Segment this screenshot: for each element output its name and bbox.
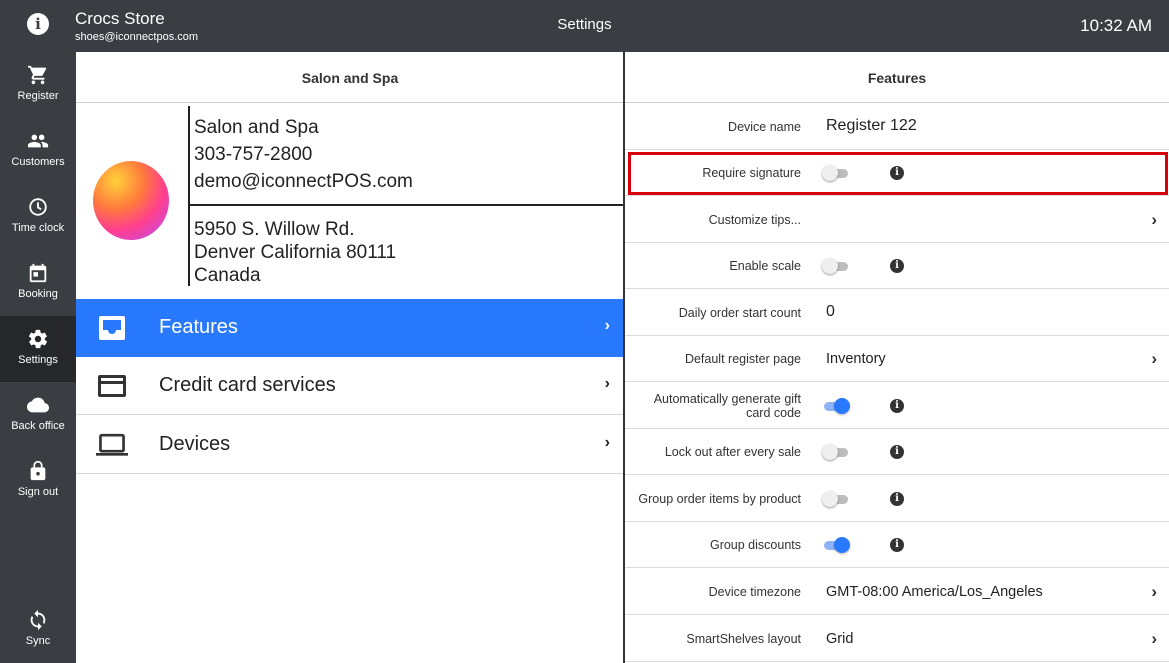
setting-label: Group order items by product [638,492,801,506]
info-icon[interactable]: i [890,492,904,506]
store-panel-header: Salon and Spa [76,52,624,103]
daily-order-start-count-value[interactable]: 0 [826,303,835,321]
setting-customize-tips[interactable]: Customize tips... › [625,197,1169,243]
top-bar: i Crocs Store shoes@iconnectpos.com Sett… [0,0,1169,52]
lock-icon [30,460,46,481]
smartshelves-layout-value: Grid [826,631,854,647]
device-timezone-value: GMT-08:00 America/Los_Angeles [826,584,1043,600]
chevron-right-icon: › [604,317,610,334]
sidebar-item-sign-out[interactable]: Sign out [0,448,76,514]
auto-gift-card-code-toggle[interactable] [822,398,850,414]
setting-label: SmartShelves layout [686,632,801,646]
sidebar-item-customers[interactable]: Customers [0,118,76,184]
store-info-phone: 303-757-2800 [194,144,313,165]
cloud-icon [27,397,49,413]
sidebar-item-label: Back office [11,420,65,432]
credit-card-icon [98,375,126,397]
info-icon[interactable]: i [890,538,904,552]
info-icon[interactable]: i [890,445,904,459]
store-info-address-line1: 5950 S. Willow Rd. [194,219,355,240]
chevron-right-icon: › [604,375,610,392]
enable-scale-toggle[interactable] [822,258,850,274]
inbox-icon [99,316,125,340]
sidebar-item-register[interactable]: Register [0,52,76,118]
sidebar-item-label: Booking [18,288,58,300]
menu-item-credit-card-services[interactable]: Credit card services › [76,357,624,415]
chevron-right-icon: › [1151,210,1157,229]
setting-default-register-page[interactable]: Default register page Inventory › [625,336,1169,382]
sync-button[interactable]: Sync [0,597,76,663]
info-icon[interactable]: i [890,399,904,413]
chevron-right-icon: › [1151,582,1157,601]
menu-item-label: Credit card services [159,374,336,396]
setting-label: Device name [728,120,801,134]
menu-item-label: Devices [159,433,231,455]
menu-item-features[interactable]: Features › [76,299,624,357]
page-title: Settings [557,16,612,33]
setting-label: Device timezone [708,585,801,599]
group-discounts-toggle[interactable] [822,537,850,553]
store-info-country: Canada [194,265,261,286]
calendar-icon [29,263,47,283]
sidebar: Register Customers Time clock Booking Se… [0,52,76,663]
clock-icon [29,198,47,216]
highlight-box [628,152,1168,195]
store-info-divider [188,106,190,286]
sidebar-item-label: Time clock [11,222,65,234]
default-register-page-value: Inventory [826,351,886,367]
chevron-right-icon: › [604,434,610,451]
sidebar-item-label: Register [17,90,59,102]
features-panel: Features Device name Register 122 Requir… [625,52,1169,663]
menu-item-label: Features [159,316,238,338]
sidebar-item-back-office[interactable]: Back office [0,382,76,448]
setting-label: Enable scale [729,259,801,273]
sidebar-item-label: Sign out [17,486,59,498]
features-panel-header: Features [625,52,1169,103]
sync-icon [30,609,46,631]
sync-label: Sync [25,635,51,647]
setting-auto-gift-card-code: Automatically generate gift card code i [625,383,1169,429]
clock: 10:32 AM [1080,16,1152,35]
setting-label: Automatically generate gift card code [653,392,801,420]
sidebar-item-label: Settings [18,354,58,366]
setting-label: Customize tips... [708,213,801,227]
menu-item-devices[interactable]: Devices › [76,416,624,474]
sidebar-item-settings[interactable]: Settings [0,316,76,382]
sidebar-item-label: Customers [11,156,65,168]
setting-label: Default register page [684,352,801,366]
group-order-items-toggle[interactable] [822,491,850,507]
store-info-email: demo@iconnectPOS.com [194,171,413,192]
cart-icon [27,65,47,85]
setting-group-order-items: Group order items by product i [625,476,1169,522]
setting-label: Daily order start count [678,306,801,320]
sidebar-item-time-clock[interactable]: Time clock [0,184,76,250]
people-icon [27,134,49,148]
setting-label: Lock out after every sale [664,445,801,459]
lock-out-toggle[interactable] [822,444,850,460]
setting-group-discounts: Group discounts i [625,522,1169,568]
device-name-value[interactable]: Register 122 [826,117,917,135]
info-icon[interactable]: i [890,259,904,273]
store-logo [93,161,169,240]
chevron-right-icon: › [1151,629,1157,648]
setting-device-timezone[interactable]: Device timezone GMT-08:00 America/Los_An… [625,569,1169,615]
setting-device-name[interactable]: Device name Register 122 [625,104,1169,150]
setting-enable-scale: Enable scale i [625,243,1169,289]
setting-smartshelves-layout[interactable]: SmartShelves layout Grid › [625,616,1169,662]
chevron-right-icon: › [1151,349,1157,368]
laptop-icon [96,433,128,456]
setting-daily-order-start-count[interactable]: Daily order start count 0 [625,290,1169,336]
setting-lock-out-after-sale: Lock out after every sale i [625,429,1169,475]
gear-icon [28,329,48,349]
store-info-separator [190,204,624,206]
setting-label: Group discounts [709,538,801,552]
store-panel: Salon and Spa Salon and Spa 303-757-2800… [76,52,624,663]
store-info-name: Salon and Spa [194,117,319,138]
store-info-address-line2: Denver California 80111 [194,242,397,263]
sidebar-item-booking[interactable]: Booking [0,250,76,316]
